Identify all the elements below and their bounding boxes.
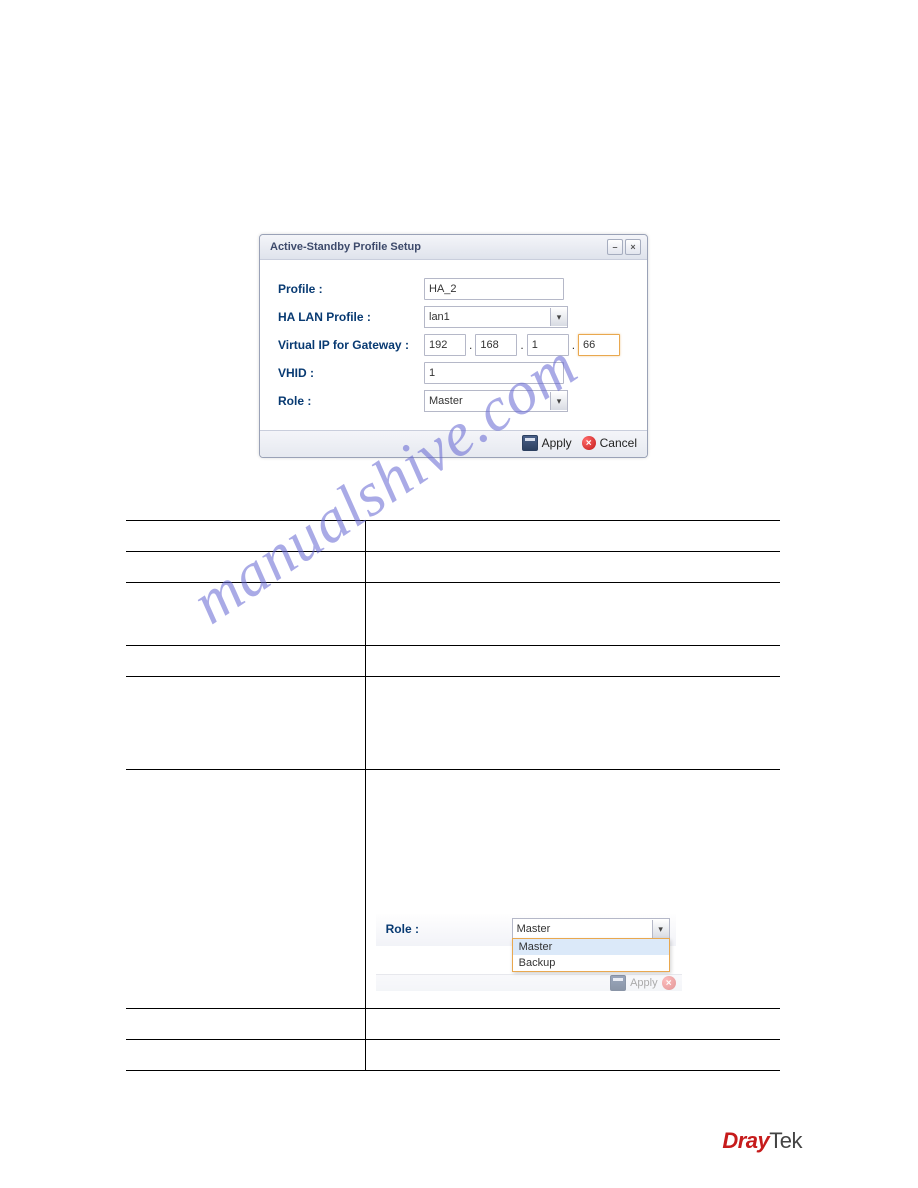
apply-label: Apply [542, 436, 572, 450]
chevron-down-icon: ▾ [550, 308, 567, 326]
dialog-body: Profile : HA LAN Profile : lan1 ▾ Virtua… [260, 260, 647, 430]
vhid-label: VHID : [278, 366, 424, 380]
save-icon [610, 975, 626, 991]
chevron-down-icon: ▾ [652, 920, 669, 938]
ha-lan-label: HA LAN Profile : [278, 310, 424, 324]
ha-lan-select[interactable]: lan1 ▾ [424, 306, 568, 328]
role-option-master[interactable]: Master [513, 939, 669, 955]
role-value: Master [429, 395, 463, 407]
role-select[interactable]: Master ▾ [424, 390, 568, 412]
description-table: Role : Master ▾ Master Backup Apply × [126, 520, 780, 1071]
logo-part2: Tek [769, 1128, 802, 1153]
role-preview-label: Role : [386, 922, 512, 936]
ghost-apply-label: Apply [630, 977, 658, 989]
cancel-label: Cancel [600, 436, 637, 450]
ip-octet-3[interactable] [527, 334, 569, 356]
logo-part1: Dray [722, 1128, 769, 1153]
draytek-logo: DrayTek [722, 1128, 802, 1154]
apply-button[interactable]: Apply [522, 435, 572, 451]
ha-lan-value: lan1 [429, 311, 450, 323]
profile-label: Profile : [278, 282, 424, 296]
role-option-backup[interactable]: Backup [513, 955, 669, 971]
profile-input[interactable] [424, 278, 564, 300]
cancel-icon: × [662, 976, 676, 990]
vip-label: Virtual IP for Gateway : [278, 338, 424, 352]
ip-octet-1[interactable] [424, 334, 466, 356]
dialog-footer: Apply × Cancel [260, 430, 647, 457]
save-icon [522, 435, 538, 451]
close-button[interactable]: × [625, 239, 641, 255]
minimize-button[interactable]: – [607, 239, 623, 255]
ip-dot: . [520, 338, 523, 352]
ip-dot: . [469, 338, 472, 352]
vhid-input[interactable] [424, 362, 564, 384]
ip-octet-4[interactable] [578, 334, 620, 356]
chevron-down-icon: ▾ [550, 392, 567, 410]
ip-octet-2[interactable] [475, 334, 517, 356]
dialog-titlebar: Active-Standby Profile Setup – × [260, 235, 647, 260]
dialog-title-text: Active-Standby Profile Setup [270, 241, 421, 253]
ip-dot: . [572, 338, 575, 352]
ghost-footer: Apply × [376, 974, 682, 991]
profile-setup-dialog: Active-Standby Profile Setup – × Profile… [259, 234, 648, 458]
cancel-icon: × [582, 436, 596, 450]
role-label: Role : [278, 394, 424, 408]
role-preview-value: Master [517, 923, 551, 935]
role-preview-select[interactable]: Master ▾ [512, 918, 670, 940]
cancel-button[interactable]: × Cancel [582, 436, 637, 450]
role-dropdown-list[interactable]: Master Backup [512, 938, 670, 972]
role-dropdown-preview: Role : Master ▾ Master Backup Apply × [376, 914, 676, 946]
